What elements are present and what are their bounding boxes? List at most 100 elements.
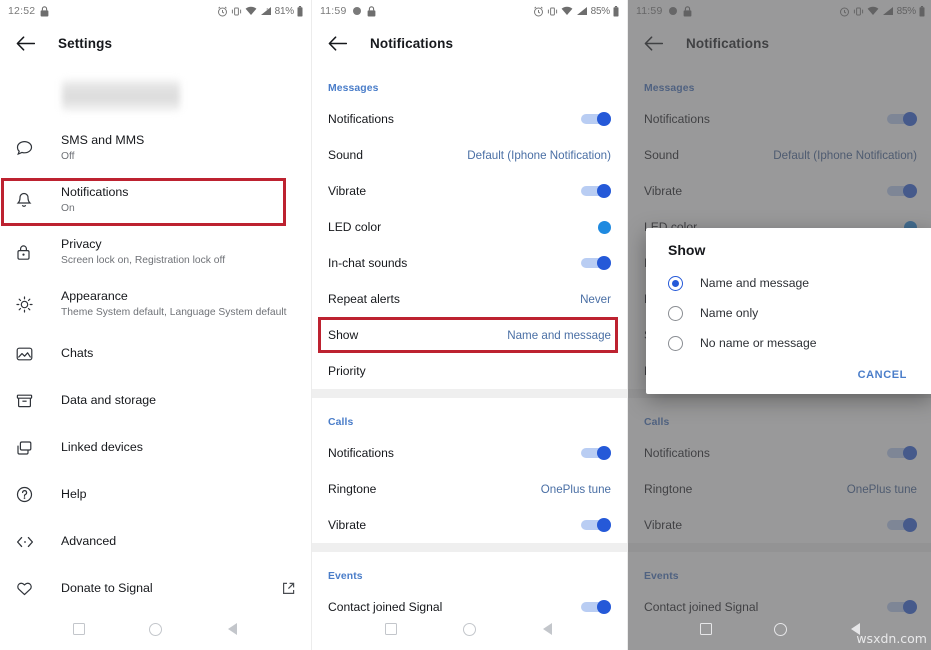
pref-label: Priority (328, 364, 366, 378)
page-title: Notifications (370, 35, 454, 51)
pref-label: Sound (328, 148, 363, 162)
back-arrow-icon[interactable] (326, 32, 348, 54)
toggle-switch[interactable] (581, 256, 611, 270)
pref-row-messages-notifications[interactable]: Notifications (312, 101, 627, 137)
radio-button[interactable] (668, 305, 683, 321)
devices-icon (16, 440, 42, 456)
toggle-switch[interactable] (581, 446, 611, 460)
square-icon[interactable] (385, 623, 398, 636)
pref-row-priority[interactable]: Priority (312, 353, 627, 389)
toggle-switch[interactable] (581, 112, 611, 126)
wifi-icon (561, 6, 573, 16)
pref-row-led-color[interactable]: LED color (312, 209, 627, 245)
cancel-button[interactable]: CANCEL (852, 368, 913, 382)
external-link-icon[interactable] (282, 582, 295, 595)
dialog-actions: CANCEL (646, 358, 931, 388)
section-header-events: Events (328, 571, 363, 582)
settings-item-linked-devices[interactable]: Linked devices (0, 424, 311, 471)
pref-row-show[interactable]: Show Name and message (312, 317, 627, 353)
radio-label: Name only (700, 306, 759, 320)
settings-item-title: Linked devices (61, 439, 143, 454)
square-icon[interactable] (699, 623, 712, 636)
pref-value: Name and message (507, 328, 611, 342)
circle-icon[interactable] (462, 622, 476, 636)
triangle-icon[interactable] (226, 623, 239, 636)
panel-settings: 12:52 x 81% Settings SMS and MMS Off Not… (0, 0, 311, 650)
page-title: Settings (58, 35, 113, 51)
radio-option-name-and-message[interactable]: Name and message (646, 268, 931, 298)
square-icon[interactable] (72, 623, 85, 636)
settings-item-notifications[interactable]: Notifications On (0, 174, 311, 226)
svg-text:x: x (266, 7, 268, 11)
back-arrow-icon[interactable] (14, 32, 36, 54)
app-bar-settings: Settings (0, 22, 311, 64)
settings-item-data-and-storage[interactable]: Data and storage (0, 377, 311, 424)
settings-item-title: Help (61, 486, 87, 501)
toggle-switch[interactable] (581, 518, 611, 532)
lock-icon (40, 5, 49, 17)
pref-row-calls-vibrate[interactable]: Vibrate (312, 507, 627, 543)
pref-row-calls-notifications[interactable]: Notifications (312, 435, 627, 471)
app-bar-notifications: Notifications (312, 22, 627, 64)
settings-item-title: SMS and MMS (61, 133, 145, 148)
pref-row-sound[interactable]: Sound Default (Iphone Notification) (312, 137, 627, 173)
radio-option-no-name-or-message[interactable]: No name or message (646, 328, 931, 358)
settings-item-appearance[interactable]: Appearance Theme System default, Languag… (0, 278, 311, 330)
settings-item-title: Donate to Signal (61, 580, 153, 595)
android-nav-bar (0, 608, 311, 650)
section-header-calls: Calls (328, 417, 354, 428)
circle-icon[interactable] (149, 622, 162, 636)
pref-label: Vibrate (328, 184, 367, 198)
pref-row-vibrate[interactable]: Vibrate (312, 173, 627, 209)
image-icon (16, 346, 42, 362)
settings-item-donate-to-signal[interactable]: Donate to Signal (0, 565, 311, 612)
toggle-switch[interactable] (581, 184, 611, 198)
settings-item-subtitle: Screen lock on, Registration lock off (61, 254, 226, 266)
led-color-swatch[interactable] (598, 220, 611, 234)
signal-icon: x (260, 6, 272, 16)
chat-bubble-icon (16, 140, 42, 157)
pref-value: Never (580, 292, 611, 306)
watermark: wsxdn.com (856, 631, 927, 646)
settings-item-title: Notifications (61, 185, 129, 200)
settings-item-title: Appearance (61, 289, 128, 304)
settings-item-title: Data and storage (61, 392, 157, 407)
settings-item-chats[interactable]: Chats (0, 330, 311, 377)
lock-icon (16, 244, 42, 261)
heart-icon (16, 581, 42, 597)
settings-item-privacy[interactable]: Privacy Screen lock on, Registration loc… (0, 226, 311, 278)
brightness-icon (16, 295, 42, 313)
pref-value: OnePlus tune (540, 482, 611, 496)
settings-item-title: Privacy (61, 237, 102, 252)
panel-show-dialog: 11:59 (627, 0, 931, 650)
pref-label: Notifications (328, 112, 394, 126)
pref-row-in-chat-sounds[interactable]: In-chat sounds (312, 245, 627, 281)
message-icon (352, 6, 362, 16)
radio-option-name-only[interactable]: Name only (646, 298, 931, 328)
settings-item-title: Advanced (61, 533, 117, 548)
vibrate-icon (231, 6, 242, 17)
vibrate-icon (547, 6, 558, 17)
settings-item-help[interactable]: Help (0, 471, 311, 518)
wifi-icon (245, 6, 257, 16)
archive-icon (16, 393, 42, 409)
profile-name-redacted (62, 78, 180, 112)
help-icon (16, 486, 42, 503)
section-divider (312, 389, 627, 398)
show-dialog: Show Name and message Name only No name … (646, 228, 931, 394)
radio-button-selected[interactable] (668, 275, 683, 291)
pref-row-repeat-alerts[interactable]: Repeat alerts Never (312, 281, 627, 317)
circle-icon[interactable] (774, 622, 787, 636)
radio-button[interactable] (668, 335, 683, 351)
settings-item-sms-and-mms[interactable]: SMS and MMS Off (0, 122, 311, 174)
battery-icon (297, 5, 303, 17)
alarm-icon (533, 6, 544, 17)
bell-icon (16, 192, 42, 209)
settings-item-advanced[interactable]: Advanced (0, 518, 311, 565)
settings-item-subtitle: On (61, 202, 75, 214)
status-bar: 12:52 x 81% (0, 0, 311, 22)
pref-label: Notifications (328, 446, 394, 460)
settings-item-subtitle: Off (61, 150, 75, 162)
triangle-icon[interactable] (541, 623, 554, 636)
pref-row-ringtone[interactable]: Ringtone OnePlus tune (312, 471, 627, 507)
